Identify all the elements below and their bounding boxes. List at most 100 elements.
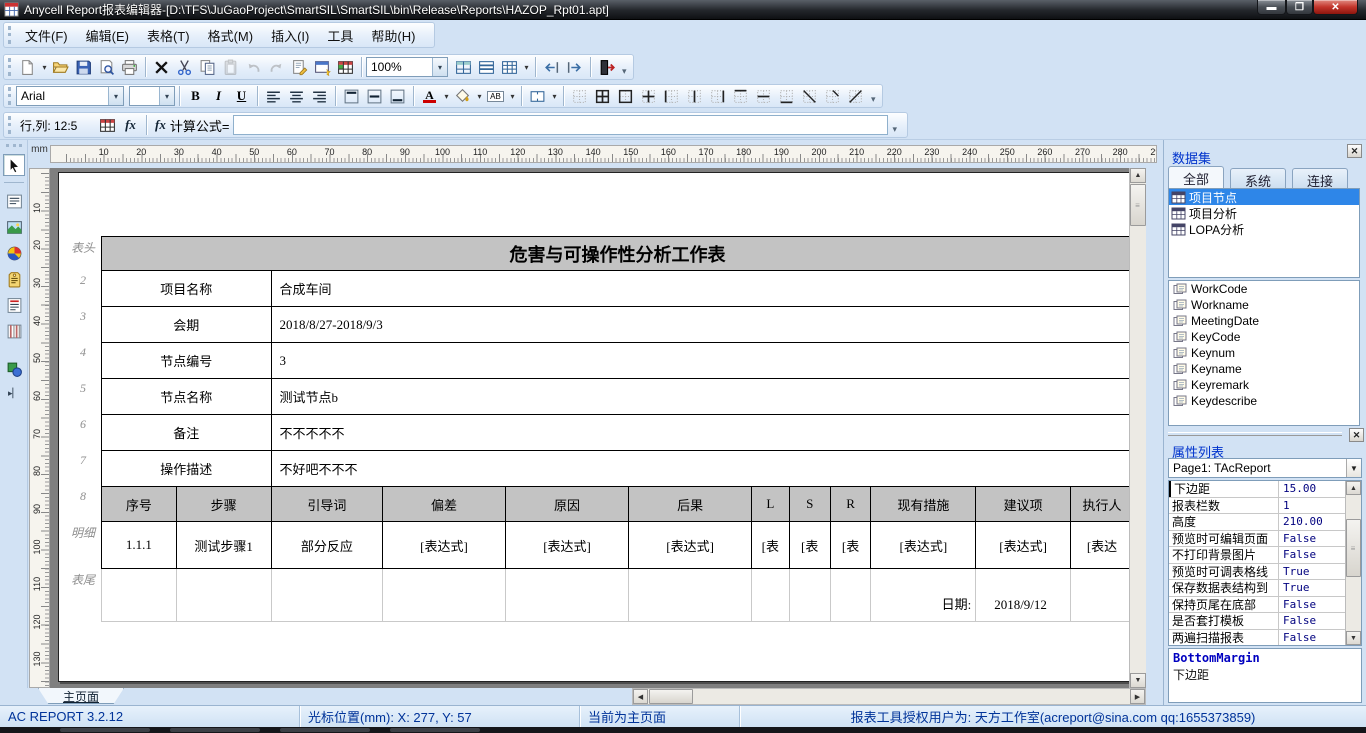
border-left-button[interactable] [660, 85, 683, 108]
menu-item-table[interactable]: 表格(T) [138, 23, 199, 48]
fx-button[interactable]: fx [119, 114, 142, 137]
border-outer-button[interactable] [614, 85, 637, 108]
grid-header-cell[interactable]: 现有措施 [871, 487, 976, 522]
toolbox-expand-icon[interactable]: ▸▏ [8, 388, 19, 399]
new-button[interactable] [16, 56, 39, 79]
toolbar-overflow-icon[interactable]: ▾ [871, 94, 876, 107]
field-item-Keyname[interactable]: Keyname [1169, 361, 1359, 377]
grid-footer-cell[interactable] [830, 569, 871, 622]
field-item-Keydescribe[interactable]: Keydescribe [1169, 393, 1359, 409]
horizontal-ruler[interactable]: 1020304050607080901001101201301401501601… [50, 145, 1157, 163]
next-band-button[interactable] [563, 56, 586, 79]
panel-splitter[interactable]: ✕ [1166, 428, 1364, 442]
property-row-是否套打模板[interactable]: 是否套打模板False [1169, 613, 1361, 630]
table-cells-caret[interactable]: ▾ [522, 63, 531, 72]
grid-header-cell[interactable]: 建议项 [976, 487, 1071, 522]
property-grid-scrollbar[interactable]: ▲ ≡ ▼ [1345, 481, 1361, 645]
font-caret-icon[interactable]: ▾ [108, 87, 123, 105]
grid-detail-cell[interactable]: 测试步骤1 [176, 522, 271, 569]
menu-item-edit[interactable]: 编辑(E) [77, 23, 138, 48]
grid-detail-cell[interactable]: [表达式] [505, 522, 629, 569]
grid-detail-cell[interactable]: [表 [789, 522, 830, 569]
field-panel-close-icon[interactable]: ✕ [1349, 428, 1364, 442]
grid-detail-cell[interactable]: [表 [751, 522, 789, 569]
info-label-cell[interactable]: 会期 [102, 307, 272, 343]
property-row-不打印背景图片[interactable]: 不打印背景图片False [1169, 547, 1361, 564]
border-bottom-button[interactable] [775, 85, 798, 108]
border-inner-button[interactable] [637, 85, 660, 108]
grid-footer-cell[interactable] [176, 569, 271, 622]
fill-color-button[interactable] [451, 85, 474, 108]
grid-header-cell[interactable]: 原因 [505, 487, 629, 522]
grid-header-cell[interactable]: L [751, 487, 789, 522]
info-label-cell[interactable]: 项目名称 [102, 271, 272, 307]
font-size-combo[interactable]: ▾ [129, 86, 175, 106]
field-item-KeyCode[interactable]: KeyCode [1169, 329, 1359, 345]
restore-button[interactable]: ❐ [1286, 0, 1313, 15]
vertical-scrollbar[interactable]: ▲ ≡ ▼ [1129, 168, 1146, 688]
grid-header-cell[interactable]: 引导词 [271, 487, 383, 522]
font-size-caret-icon[interactable]: ▾ [159, 87, 174, 105]
property-row-高度[interactable]: 高度210.00 [1169, 514, 1361, 531]
field-item-Keyremark[interactable]: Keyremark [1169, 377, 1359, 393]
close-button[interactable]: ✕ [1313, 0, 1358, 15]
prev-band-button[interactable] [540, 56, 563, 79]
property-row-保存数据表结构到[interactable]: 保存数据表结构到True [1169, 580, 1361, 597]
richtext-tool-button[interactable] [3, 294, 25, 316]
border-hcenter-button[interactable] [752, 85, 775, 108]
text-format-button[interactable]: AB [484, 85, 507, 108]
grid-detail-cell[interactable]: [表达式] [629, 522, 752, 569]
cut-button[interactable] [173, 56, 196, 79]
chart-tool-button[interactable] [3, 242, 25, 264]
script-button[interactable] [288, 56, 311, 79]
grid-detail-cell[interactable]: 部分反应 [271, 522, 383, 569]
table-design-button[interactable] [334, 56, 357, 79]
dataset-item-项目分析[interactable]: 项目分析 [1169, 205, 1359, 221]
field-item-Keynum[interactable]: Keynum [1169, 345, 1359, 361]
toolbar-overflow-icon[interactable]: ▾ [622, 66, 627, 79]
field-item-WorkCode[interactable]: WorkCode [1169, 281, 1359, 297]
italic-button[interactable]: I [207, 85, 230, 108]
redo-button[interactable] [265, 56, 288, 79]
info-value-cell[interactable]: 3 [271, 343, 1133, 379]
splitter-ridge[interactable] [1168, 432, 1342, 436]
border-top-button[interactable] [729, 85, 752, 108]
open-button[interactable] [49, 56, 72, 79]
dataset-panel-close-icon[interactable]: ✕ [1347, 144, 1362, 158]
minimize-button[interactable]: ▬ [1257, 0, 1286, 15]
info-label-cell[interactable]: 备注 [102, 415, 272, 451]
menu-item-insert[interactable]: 插入(I) [262, 23, 318, 48]
merge-cells-button[interactable] [526, 85, 549, 108]
tab-全部[interactable]: 全部 [1168, 166, 1224, 188]
border-all-button[interactable] [591, 85, 614, 108]
menu-item-file[interactable]: 文件(F) [16, 23, 77, 48]
grid-footer-cell[interactable] [271, 569, 383, 622]
grid-footer-cell[interactable] [789, 569, 830, 622]
paste-button[interactable] [219, 56, 242, 79]
tab-连接[interactable]: 连接 [1292, 168, 1348, 188]
toolbar-overflow-icon[interactable]: ▾ [892, 124, 897, 137]
grid-header-cell[interactable]: 执行人 [1071, 487, 1134, 522]
fill-color-caret[interactable]: ▾ [475, 92, 484, 101]
valign-top-button[interactable] [340, 85, 363, 108]
border-diag-small-button[interactable] [821, 85, 844, 108]
align-left-button[interactable] [262, 85, 285, 108]
grid-footer-cell[interactable]: 2018/9/12 [976, 569, 1071, 622]
scroll-down-icon[interactable]: ▼ [1130, 673, 1146, 688]
merge-cells-caret[interactable]: ▾ [550, 92, 559, 101]
grid-footer-cell[interactable] [383, 569, 506, 622]
property-row-下边距[interactable]: 下边距15.00 [1169, 481, 1361, 498]
border-diag-down-button[interactable] [798, 85, 821, 108]
property-row-两遍扫描报表[interactable]: 两遍扫描报表False [1169, 630, 1361, 647]
toolbar-grip[interactable] [8, 87, 11, 105]
align-center-button[interactable] [285, 85, 308, 108]
info-value-cell[interactable]: 不不不不不 [271, 415, 1133, 451]
bold-button[interactable]: B [184, 85, 207, 108]
pointer-tool-button[interactable] [3, 154, 25, 176]
formula-input[interactable] [233, 115, 888, 135]
field-item-Workname[interactable]: Workname [1169, 297, 1359, 313]
grid-detail-cell[interactable]: [表达式] [383, 522, 506, 569]
copy-button[interactable] [196, 56, 219, 79]
grid-detail-cell[interactable]: 1.1.1 [102, 522, 177, 569]
info-value-cell[interactable]: 2018/8/27-2018/9/3 [271, 307, 1133, 343]
